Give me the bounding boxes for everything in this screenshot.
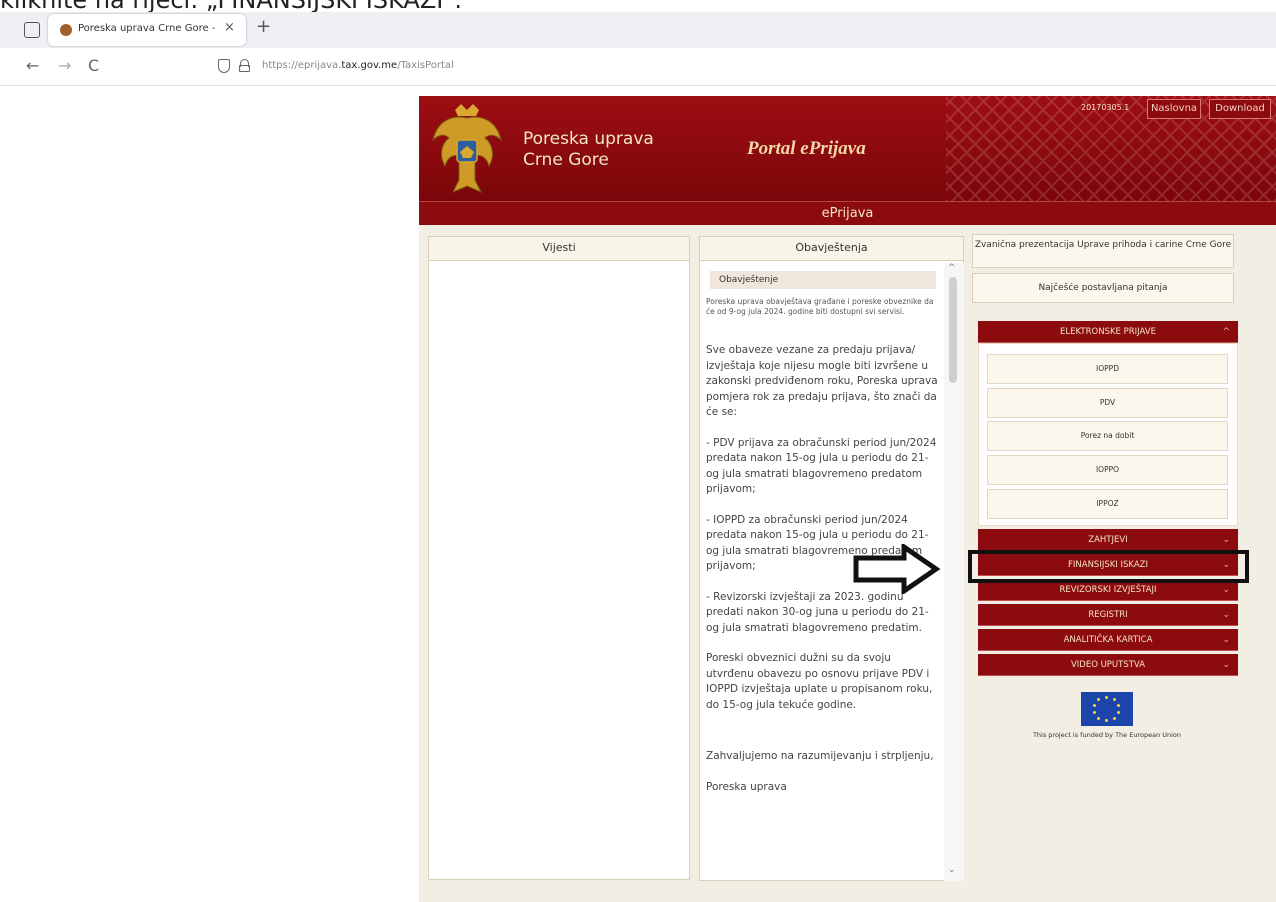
annotation-arrow-icon (853, 544, 941, 594)
tab-title: Poreska uprava Crne Gore - Taxi (78, 23, 218, 34)
scroll-thumb[interactable] (949, 277, 957, 383)
panel-zahtjevi[interactable]: ZAHTJEVI ⌄ (978, 529, 1238, 551)
notice-paragraph: Zahvaljujemo na razumijevanju i strpljen… (706, 750, 934, 762)
panel-label: REVIZORSKI IZVJEŠTAJI (1059, 585, 1157, 595)
home-button[interactable]: Naslovna (1147, 99, 1201, 119)
chevron-up-icon: ^ (1222, 327, 1230, 337)
notice-heading: Obavještenje (710, 271, 936, 289)
portal-title: Portal ePrijava (747, 138, 866, 159)
new-tab-icon[interactable]: + (256, 16, 271, 37)
subtitle-bar: ePrijava (419, 201, 1276, 225)
coat-of-arms-icon (432, 104, 502, 193)
lock-icon[interactable] (239, 59, 250, 72)
back-icon[interactable]: ← (26, 56, 39, 75)
notice-paragraph: Sve obaveze vezane za predaju prijava/ i… (706, 344, 938, 418)
address-bar[interactable]: https://eprijava.tax.gov.me/TaxisPortal (262, 60, 454, 71)
panel-label: VIDEO UPUTSTVA (1070, 660, 1146, 670)
panel-label: ZAHTJEVI (1088, 535, 1128, 545)
close-tab-icon[interactable]: × (224, 20, 235, 35)
notice-paragraph: - Revizorski izvještaji za 2023. godinu … (706, 590, 929, 634)
chevron-down-icon: ⌄ (1222, 535, 1230, 545)
item-ippoz[interactable]: IPPOZ (987, 489, 1228, 519)
version-label: 20170305.1 (1081, 103, 1130, 112)
notice-paragraph: - PDV prijava za obračunski period jun/2… (706, 436, 937, 496)
notice-paragraph: Poreska uprava (706, 780, 787, 793)
scroll-up-icon[interactable]: ^ (948, 263, 956, 273)
agency-line-1: Poreska uprava (523, 129, 654, 149)
panel-label: ANALITIČKA KARTICA (1063, 635, 1153, 645)
notice-paragraph: Poreski obveznici dužni su da svoju utvr… (706, 652, 933, 711)
item-ioppd[interactable]: IOPPD (987, 354, 1228, 384)
browser-nav-bar: ← → C https://eprijava.tax.gov.me/TaxisP… (0, 48, 1276, 86)
notices-scrollbar[interactable]: ^ ⌄ (944, 263, 964, 881)
panel-label: ELEKTRONSKE PRIJAVE (1060, 327, 1156, 337)
item-ioppo[interactable]: IOPPO (987, 455, 1228, 485)
item-pdv[interactable]: PDV (987, 388, 1228, 418)
favicon-icon (60, 24, 72, 36)
browser-tab[interactable]: Poreska uprava Crne Gore - Taxi × (48, 14, 246, 46)
annotation-highlight-box (968, 550, 1249, 583)
news-column: Vijesti (428, 236, 690, 880)
reload-icon[interactable]: C (88, 56, 99, 75)
agency-line-2: Crne Gore (523, 150, 609, 170)
chevron-down-icon: ⌄ (1222, 610, 1230, 620)
download-button[interactable]: Download (1209, 99, 1271, 119)
portal-page: Poreska uprava Crne Gore Portal ePrijava… (419, 96, 1276, 902)
panel-label: REGISTRI (1088, 610, 1128, 620)
notices-header: Obavještenja (700, 237, 963, 261)
chevron-down-icon: ⌄ (1222, 635, 1230, 645)
notice-intro: Poreska uprava obavještava građane i por… (706, 297, 934, 316)
agency-name: Poreska uprava Crne Gore (523, 129, 654, 171)
eu-flag-icon (1081, 692, 1133, 726)
tab-overview-icon[interactable] (24, 22, 40, 38)
news-header: Vijesti (429, 237, 689, 261)
elektronske-prijave-list: IOPPD PDV Porez na dobit IOPPO IPPOZ (978, 343, 1238, 526)
subtitle-label: ePrijava (821, 206, 874, 221)
official-site-link[interactable]: Zvanična prezentacija Uprave prihoda i c… (972, 234, 1234, 268)
chevron-down-icon: ⌄ (1222, 660, 1230, 670)
panel-registri[interactable]: REGISTRI ⌄ (978, 604, 1238, 626)
shield-icon[interactable] (218, 59, 230, 73)
faq-link[interactable]: Najčešće postavljana pitanja (972, 273, 1234, 303)
item-porez-na-dobit[interactable]: Porez na dobit (987, 421, 1228, 451)
portal-banner: Poreska uprava Crne Gore Portal ePrijava… (419, 96, 1276, 201)
forward-icon[interactable]: → (58, 56, 71, 75)
eu-funding-note: This project is funded by The European U… (1032, 731, 1182, 739)
panel-analiticka-kartica[interactable]: ANALITIČKA KARTICA ⌄ (978, 629, 1238, 651)
scroll-down-icon[interactable]: ⌄ (948, 865, 956, 875)
panel-elektronske-prijave[interactable]: ELEKTRONSKE PRIJAVE ^ (978, 321, 1238, 343)
panel-video-uputstva[interactable]: VIDEO UPUTSTVA ⌄ (978, 654, 1238, 676)
